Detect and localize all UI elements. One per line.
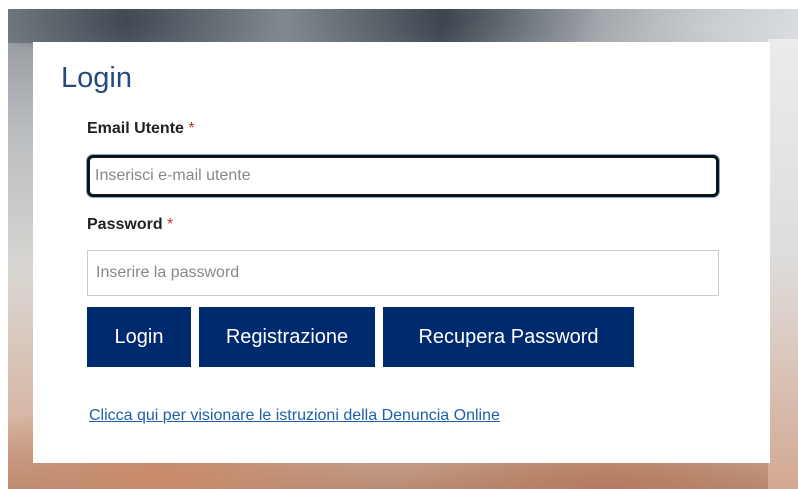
background-streak bbox=[8, 9, 798, 43]
email-field[interactable] bbox=[87, 155, 719, 197]
instructions-link[interactable]: Clicca qui per visionare le istruzioni d… bbox=[89, 407, 500, 425]
password-field[interactable] bbox=[87, 250, 719, 296]
register-button[interactable]: Registrazione bbox=[199, 307, 375, 367]
login-button[interactable]: Login bbox=[87, 307, 191, 367]
email-label: Email Utente * bbox=[87, 120, 195, 138]
email-label-text: Email Utente bbox=[87, 120, 184, 137]
password-label-text: Password bbox=[87, 216, 163, 233]
required-marker: * bbox=[167, 216, 174, 233]
required-marker: * bbox=[188, 120, 195, 137]
page-title: Login bbox=[61, 62, 132, 94]
password-label: Password * bbox=[87, 216, 173, 234]
recover-password-button[interactable]: Recupera Password bbox=[383, 307, 634, 367]
login-panel: Login Email Utente * Password * Login Re… bbox=[33, 42, 770, 463]
background-strip bbox=[768, 39, 798, 489]
